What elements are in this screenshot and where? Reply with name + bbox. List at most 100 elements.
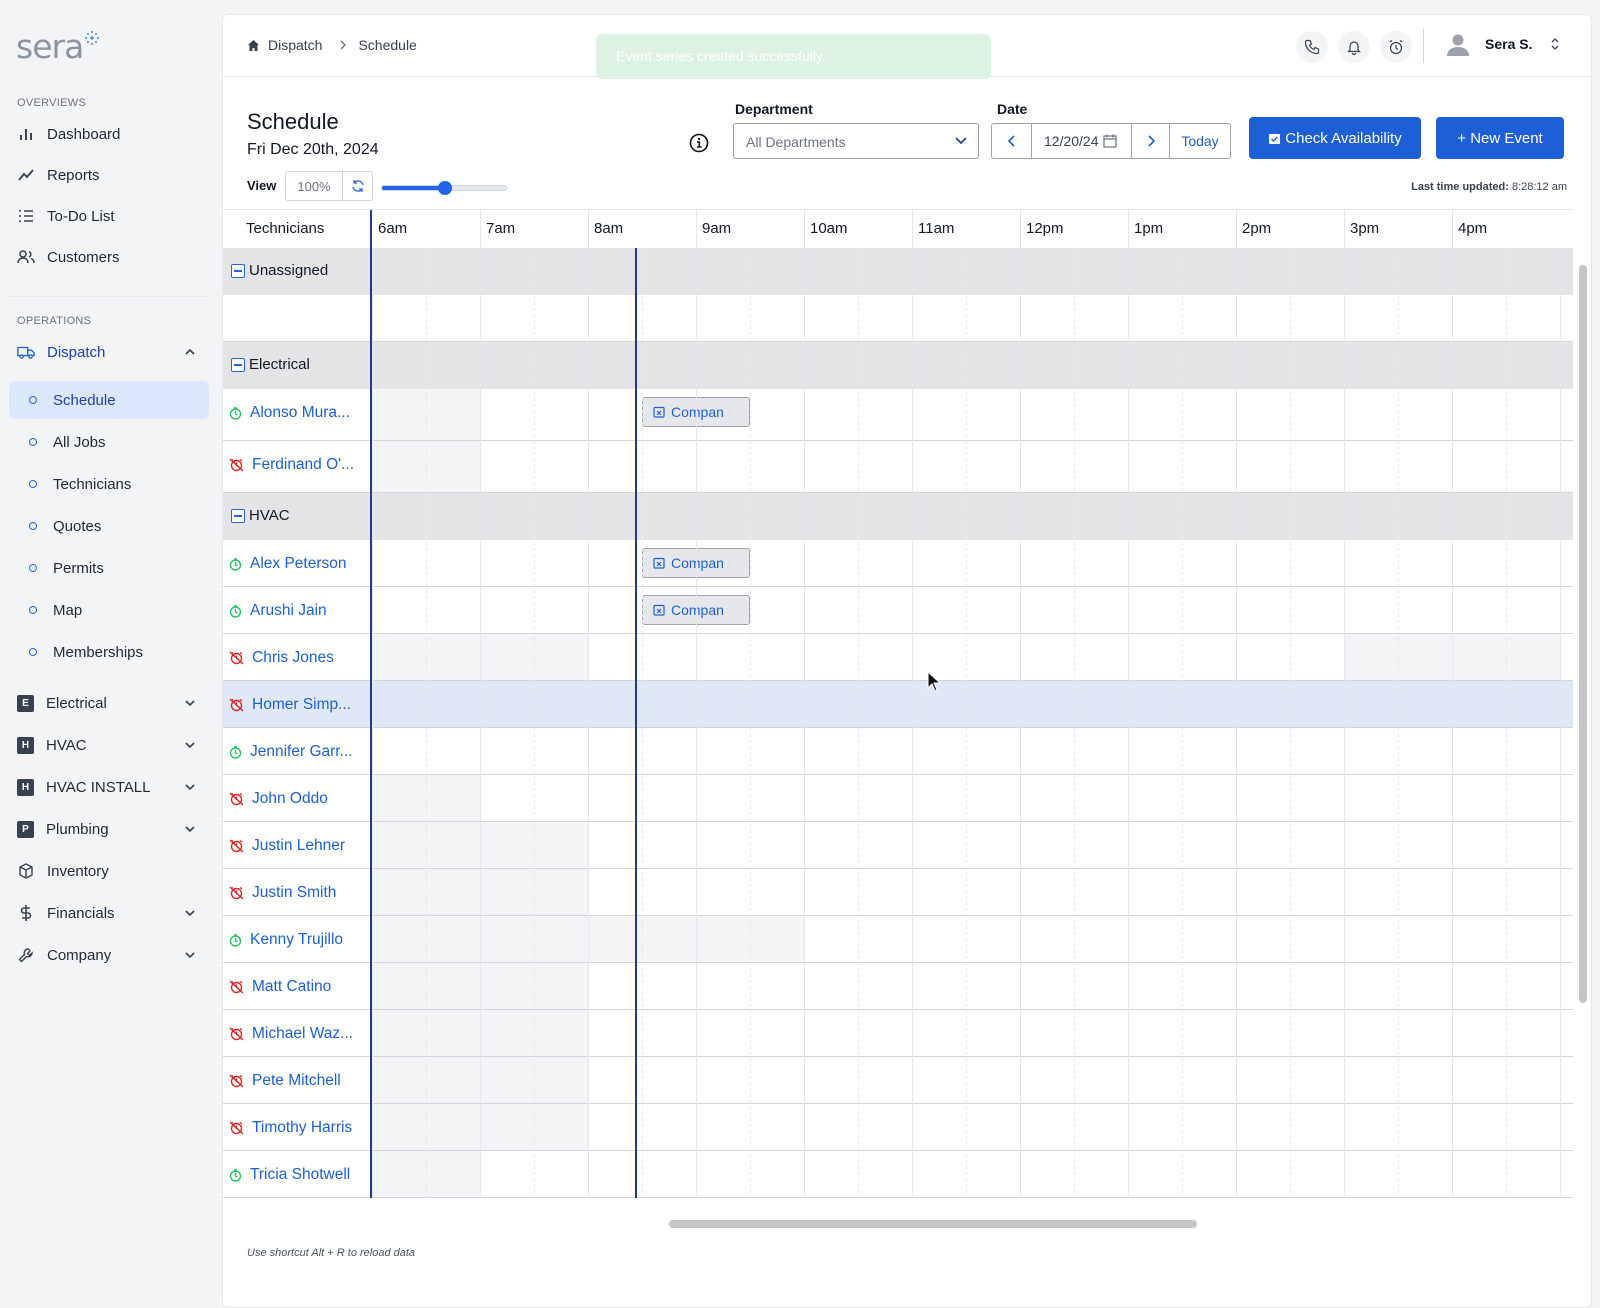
clock-on-icon xyxy=(229,406,242,420)
technician-name[interactable]: Justin Lehner xyxy=(229,837,345,855)
sidebar-item-permits[interactable]: Permits xyxy=(9,549,209,587)
zoom-value[interactable]: 100% xyxy=(286,172,342,200)
notifications-button[interactable] xyxy=(1338,31,1370,63)
technician-name[interactable]: Kenny Trujillo xyxy=(229,931,343,949)
sidebar-item-todo[interactable]: To-Do List xyxy=(9,197,209,235)
department-select[interactable]: All Departments xyxy=(733,123,979,159)
technician-label: Chris Jones xyxy=(252,649,334,666)
user-name: Sera S. xyxy=(1485,36,1533,52)
breadcrumb-schedule: Schedule xyxy=(358,37,417,53)
sidebar-item-electrical[interactable]: E Electrical xyxy=(9,684,209,722)
technician-label: Justin Smith xyxy=(252,884,337,901)
home-icon[interactable] xyxy=(247,39,260,52)
check-availability-button[interactable]: Check Availability xyxy=(1249,117,1421,159)
truck-icon xyxy=(17,343,35,361)
zoom-control: 100% xyxy=(285,171,373,201)
technician-name[interactable]: Timothy Harris xyxy=(229,1119,352,1137)
collapse-icon[interactable] xyxy=(231,508,245,523)
technician-name[interactable]: Ferdinand O'... xyxy=(229,456,354,474)
chevron-down-icon xyxy=(185,826,195,833)
success-toast[interactable]: Event series created successfully. xyxy=(596,34,991,79)
technician-name[interactable]: Arushi Jain xyxy=(229,602,327,620)
today-button[interactable]: Today xyxy=(1170,124,1230,158)
new-event-button[interactable]: + New Event xyxy=(1436,117,1564,159)
sidebar-item-plumbing[interactable]: P Plumbing xyxy=(9,810,209,848)
sidebar-item-hvac[interactable]: H HVAC xyxy=(9,726,209,764)
sidebar-item-dispatch[interactable]: Dispatch xyxy=(9,333,209,371)
hour-header: 7am xyxy=(486,220,516,237)
refresh-icon xyxy=(351,180,364,192)
technician-name[interactable]: Alonso Mura... xyxy=(229,404,350,422)
sidebar-item-reports[interactable]: Reports xyxy=(9,156,209,194)
sidebar-item-dashboard[interactable]: Dashboard xyxy=(9,115,209,153)
sidebar-item-technicians[interactable]: Technicians xyxy=(9,465,209,503)
technician-name[interactable]: Jennifer Garr... xyxy=(229,743,353,761)
group-name[interactable]: Electrical xyxy=(231,356,310,373)
technician-label: Homer Simp... xyxy=(252,696,352,713)
technician-name[interactable]: Michael Waz... xyxy=(229,1025,353,1043)
clock-off-icon xyxy=(229,1074,244,1088)
hour-separator xyxy=(1452,210,1453,248)
sidebar-item-map[interactable]: Map xyxy=(9,591,209,629)
sidebar-item-memberships[interactable]: Memberships xyxy=(9,633,209,671)
sidebar-item-all-jobs[interactable]: All Jobs xyxy=(9,423,209,461)
alarm-button[interactable] xyxy=(1380,31,1412,63)
trend-icon xyxy=(17,166,35,184)
sidebar: sera OVERVIEWS Dashboard Reports To-Do L… xyxy=(0,0,220,1308)
phone-button[interactable] xyxy=(1296,31,1328,63)
date-value: 12/20/24 xyxy=(1044,133,1099,149)
topbar-divider xyxy=(1423,29,1424,63)
technician-name[interactable]: Chris Jones xyxy=(229,649,334,667)
collapse-icon[interactable] xyxy=(231,263,245,278)
technician-label: Alonso Mura... xyxy=(250,404,350,421)
technician-name[interactable]: Pete Mitchell xyxy=(229,1072,341,1090)
technician-name[interactable]: Homer Simp... xyxy=(229,696,351,714)
group-name[interactable]: Unassigned xyxy=(231,262,328,279)
hour-separator xyxy=(912,210,913,248)
breadcrumb: Dispatch Schedule xyxy=(247,37,417,53)
sera-logo[interactable]: sera xyxy=(16,28,99,64)
technician-label: Kenny Trujillo xyxy=(250,931,344,948)
next-day-button[interactable] xyxy=(1132,124,1170,158)
info-icon[interactable] xyxy=(689,133,709,153)
clock-off-icon xyxy=(229,1121,244,1135)
vertical-scrollbar[interactable] xyxy=(1579,265,1587,1003)
zoom-reset-button[interactable] xyxy=(342,172,372,200)
zoom-slider[interactable] xyxy=(381,181,507,195)
hour-header: 3pm xyxy=(1350,220,1380,237)
horizontal-scrollbar[interactable] xyxy=(669,1220,1197,1228)
sidebar-item-company[interactable]: Company xyxy=(9,936,209,974)
sidebar-item-label: Reports xyxy=(47,166,100,184)
group-name[interactable]: HVAC xyxy=(231,507,290,524)
user-menu[interactable]: Sera S. xyxy=(1445,31,1560,57)
clock-on-icon xyxy=(229,745,242,759)
grid-line xyxy=(1452,248,1453,1198)
date-input[interactable]: 12/20/24 xyxy=(1032,124,1132,158)
collapse-icon[interactable] xyxy=(231,357,245,372)
technician-label: Arushi Jain xyxy=(250,602,327,619)
sidebar-item-hvac-install[interactable]: H HVAC INSTALL xyxy=(9,768,209,806)
technician-name[interactable]: John Oddo xyxy=(229,790,328,808)
sidebar-item-inventory[interactable]: Inventory xyxy=(9,852,209,890)
sidebar-item-customers[interactable]: Customers xyxy=(9,238,209,276)
breadcrumb-dispatch[interactable]: Dispatch xyxy=(268,37,322,53)
prev-day-button[interactable] xyxy=(992,124,1032,158)
technician-name[interactable]: Matt Catino xyxy=(229,978,331,996)
sidebar-item-quotes[interactable]: Quotes xyxy=(9,507,209,545)
chevron-right-icon xyxy=(340,40,347,50)
clock-off-icon xyxy=(229,651,244,665)
clock-on-icon xyxy=(229,933,242,947)
grid-line xyxy=(480,248,481,1198)
sidebar-item-schedule[interactable]: Schedule xyxy=(9,381,209,419)
technician-name[interactable]: Alex Peterson xyxy=(229,555,347,573)
technician-label: Jennifer Garr... xyxy=(250,743,353,760)
current-time-line xyxy=(635,248,637,1198)
sidebar-item-label: Dispatch xyxy=(47,343,106,361)
technician-name[interactable]: Tricia Shotwell xyxy=(229,1166,350,1184)
sidebar-item-label: Schedule xyxy=(53,391,116,409)
grid-line xyxy=(1506,248,1507,1198)
zoom-slider-knob[interactable] xyxy=(438,181,452,195)
technician-name[interactable]: Justin Smith xyxy=(229,884,336,902)
grid-line xyxy=(588,248,589,1198)
sidebar-item-financials[interactable]: Financials xyxy=(9,894,209,932)
